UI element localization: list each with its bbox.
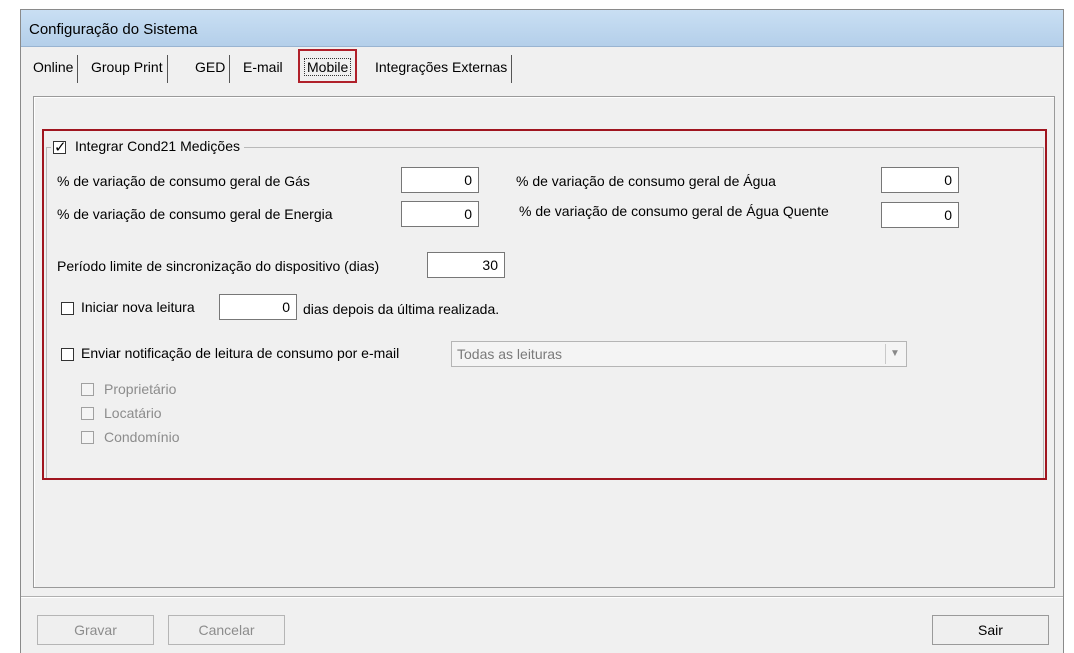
- proprietario-checkbox[interactable]: [81, 383, 94, 396]
- checkmark-icon: ✓: [54, 139, 67, 156]
- tab-group-print[interactable]: Group Print: [87, 55, 168, 83]
- notificacao-label: Enviar notificação de leitura de consumo…: [81, 345, 400, 361]
- condominio-checkbox[interactable]: [81, 431, 94, 444]
- chevron-down-icon[interactable]: ▼: [885, 344, 904, 364]
- integrar-checkbox[interactable]: ✓: [53, 139, 67, 156]
- gravar-button[interactable]: Gravar: [37, 615, 154, 645]
- notificacao-checkbox[interactable]: [61, 348, 74, 361]
- agua-label: % de variação de consumo geral de Água: [516, 173, 776, 189]
- integrar-label: Integrar Cond21 Medições: [75, 138, 240, 154]
- nova-leitura-input[interactable]: 0: [219, 294, 297, 320]
- nova-leitura-label: Iniciar nova leitura: [81, 299, 195, 315]
- periodo-label: Período limite de sincronização do dispo…: [57, 258, 380, 274]
- config-window: Configuração do Sistema Online Group Pri…: [20, 9, 1064, 653]
- tab-mobile-label: Mobile: [304, 58, 352, 76]
- gas-input[interactable]: 0: [401, 167, 479, 193]
- tab-mobile[interactable]: Mobile: [298, 49, 358, 83]
- gas-label: % de variação de consumo geral de Gás: [57, 173, 310, 189]
- window-title: Configuração do Sistema: [29, 21, 198, 38]
- periodo-input[interactable]: 30: [427, 252, 505, 278]
- agua-input[interactable]: 0: [881, 167, 959, 193]
- agua-quente-label: % de variação de consumo geral de Água Q…: [519, 203, 829, 219]
- cancelar-button[interactable]: Cancelar: [168, 615, 285, 645]
- agua-quente-input[interactable]: 0: [881, 202, 959, 228]
- nova-leitura-suffix: dias depois da última realizada.: [303, 301, 500, 317]
- tab-email[interactable]: E-mail: [239, 55, 287, 83]
- title-bar: Configuração do Sistema: [21, 10, 1063, 47]
- footer-divider: [21, 596, 1063, 598]
- locatario-checkbox[interactable]: [81, 407, 94, 420]
- energia-label: % de variação de consumo geral de Energi…: [57, 206, 333, 222]
- locatario-label: Locatário: [104, 405, 162, 421]
- condominio-label: Condomínio: [104, 429, 180, 445]
- energia-input[interactable]: 0: [401, 201, 479, 227]
- notificacao-select[interactable]: Todas as leituras ▼: [451, 341, 907, 367]
- group-header: ✓ Integrar Cond21 Medições: [51, 138, 244, 156]
- nova-leitura-checkbox[interactable]: [61, 302, 74, 315]
- tab-integracoes-externas[interactable]: Integrações Externas: [371, 55, 513, 83]
- notificacao-select-value: Todas as leituras: [457, 346, 563, 362]
- tab-online[interactable]: Online: [29, 55, 79, 83]
- sair-button[interactable]: Sair: [932, 615, 1049, 645]
- proprietario-label: Proprietário: [104, 381, 177, 397]
- tab-ged[interactable]: GED: [191, 55, 231, 83]
